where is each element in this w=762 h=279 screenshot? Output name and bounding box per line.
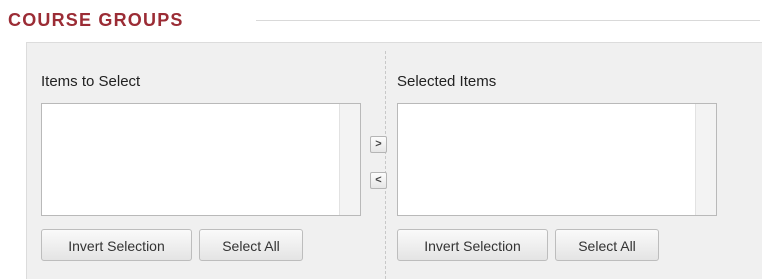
- dual-list-panel: Items to Select Invert Selection Select …: [26, 42, 762, 279]
- section-header: COURSE GROUPS: [8, 8, 760, 32]
- items-to-select-listbox[interactable]: [41, 103, 361, 216]
- selected-items-select-all-button[interactable]: Select All: [555, 229, 659, 261]
- chevron-left-icon: <: [375, 174, 382, 186]
- section-divider-rule: [256, 20, 760, 21]
- items-to-select-column: Items to Select Invert Selection Select …: [41, 43, 361, 279]
- items-to-select-select-all-button[interactable]: Select All: [199, 229, 303, 261]
- add-to-selected-button[interactable]: >: [370, 136, 387, 153]
- selected-items-listbox[interactable]: [397, 103, 717, 216]
- remove-from-selected-button[interactable]: <: [370, 172, 387, 189]
- panel-divider: [385, 51, 386, 279]
- items-to-select-scrollbar[interactable]: [339, 104, 360, 215]
- items-to-select-label: Items to Select: [41, 73, 141, 90]
- selected-items-label: Selected Items: [397, 73, 497, 90]
- section-title: COURSE GROUPS: [8, 10, 184, 30]
- items-to-select-invert-selection-button[interactable]: Invert Selection: [41, 229, 192, 261]
- selected-items-invert-selection-button[interactable]: Invert Selection: [397, 229, 548, 261]
- chevron-right-icon: >: [375, 138, 382, 150]
- selected-items-scrollbar[interactable]: [695, 104, 716, 215]
- selected-items-column: Selected Items Invert Selection Select A…: [397, 43, 717, 279]
